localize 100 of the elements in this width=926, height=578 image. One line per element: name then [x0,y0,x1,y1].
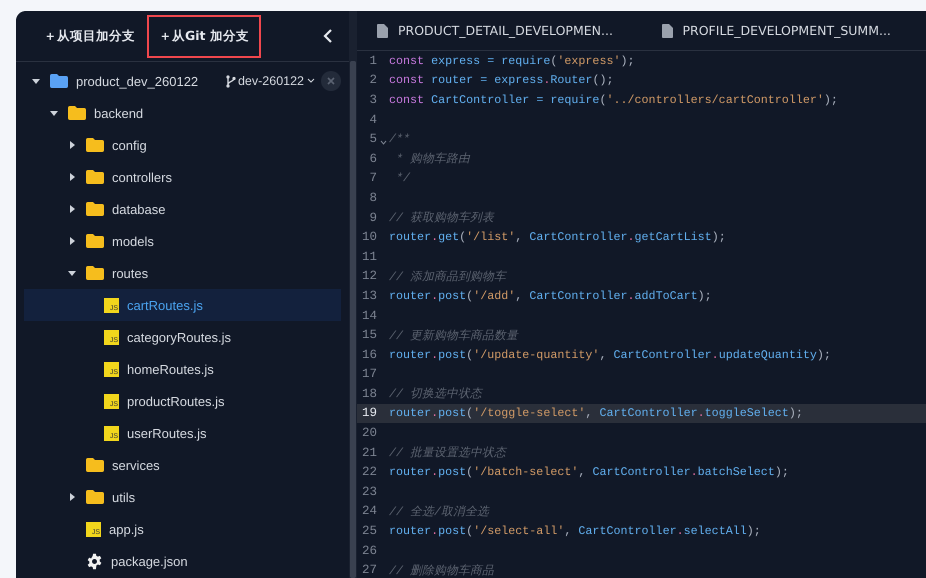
line-number: 15 [360,328,377,342]
tree-item[interactable]: controllers [24,161,341,193]
folder-icon [68,106,86,120]
fold-icon[interactable] [380,140,386,146]
file-name: app.js [109,522,144,536]
code-line: // 添加商品到购物车 [389,268,506,284]
file-name: homeRoutes.js [127,362,214,376]
caret-icon[interactable] [68,141,76,149]
editor-tab[interactable]: PROFILE_DEVELOPMENT_SUMM... [642,23,926,38]
folder-icon [86,266,104,280]
line-number: 6 [368,152,377,166]
tree-item[interactable]: product_dev_260122 dev-260122 [24,65,341,97]
caret-icon[interactable] [68,205,76,213]
chevron-left-icon[interactable] [321,28,335,44]
code-line: router.get('/list', CartController.getCartList); [389,230,726,244]
code-line: router.post('/update-quantity', CartController.updateQuantity); [389,348,831,362]
editor-tab[interactable]: PRODUCT_DETAIL_DEVELOPMEN... [357,23,642,38]
file-name: database [112,202,166,216]
close-icon[interactable] [321,71,341,91]
tree-item[interactable]: package.json [24,545,341,577]
line-number: 12 [360,269,377,284]
folder-icon [86,490,104,504]
branch-name: dev-260122 [238,74,304,88]
code-line: // 删除购物车商品 [389,562,494,578]
code-line: // 切换选中状态 [389,386,482,402]
code-line: router.post('/batch-select', CartController.batchSelect); [389,465,789,480]
code-line: */ [395,171,410,186]
file-name: models [112,234,154,248]
code-line: router.post('/select-all', CartController.selectAll); [389,524,761,538]
line-number: 16 [360,348,377,362]
line-number: 23 [360,484,377,499]
caret-icon[interactable] [68,173,76,181]
caret-icon[interactable] [68,493,76,501]
gear-icon [86,552,103,570]
line-number: 17 [360,367,377,382]
line-number: 27 [360,563,377,578]
file-icon [662,24,672,38]
file-name: productRoutes.js [127,394,225,408]
file-name: categoryRoutes.js [127,330,232,344]
file-name: config [112,138,147,152]
file-name: product_dev_260122 [76,74,198,88]
line-number: 7 [368,171,377,186]
tree-item[interactable]: services [24,449,341,481]
tree-item[interactable]: config [24,129,341,161]
line-number: 4 [368,112,377,127]
code-line: // 获取购物车列表 [389,210,494,226]
file-icon [377,24,388,38]
line-number: 14 [360,308,377,323]
tree-item[interactable]: routes [24,257,341,289]
chevron-down-icon[interactable] [307,78,315,84]
code-line: // 全选/取消全选 [389,504,490,519]
line-number: 25 [360,524,377,538]
code-line: // 更新购物车商品数量 [389,328,518,343]
line-number: 9 [368,210,377,225]
caret-icon[interactable] [68,237,76,245]
code-line: /** [389,132,410,146]
line-number: 8 [368,190,377,205]
file-name: routes [112,266,148,280]
caret-icon[interactable] [50,109,58,117]
line-number: 5 [368,132,377,146]
folder-icon [50,74,68,88]
folder-icon [86,458,104,472]
folder-icon [86,202,104,216]
tree-item[interactable]: backend [24,97,341,129]
line-number: 13 [360,288,377,303]
file-name: controllers [112,170,172,184]
tree-item[interactable]: utils [24,481,341,513]
line-number: 26 [360,544,377,558]
line-number: 10 [360,230,377,244]
line-number: 20 [360,426,377,440]
code-line: // 批量设置选中状态 [389,445,506,460]
code-line: const CartController = require('../controllers/cartController'); [389,92,838,107]
line-number: 2 [368,73,377,88]
folder-icon [86,138,104,152]
code-line: const router = express.Router(); [389,73,614,88]
line-number: 24 [360,504,377,518]
file-name: userRoutes.js [127,426,206,440]
code-line: router.post('/add', CartController.addToCart); [389,288,712,303]
folder-icon [86,170,104,184]
file-name: utils [112,490,136,504]
code-line: * 购物车路由 [395,151,470,166]
add-branch-button[interactable]: ＋从Git 加分支 [147,14,261,58]
line-number: 11 [360,250,377,264]
tree-item[interactable]: models [24,225,341,257]
add-branch-button[interactable]: ＋从项目加分支 [34,14,145,58]
code-line: const express = require('express'); [389,54,635,68]
line-number: 18 [360,386,377,401]
file-name: services [112,458,160,472]
scrollbar[interactable] [350,61,356,578]
line-number: 19 [360,406,377,420]
tree-item[interactable]: database [24,193,341,225]
line-number: 21 [360,446,377,460]
caret-icon[interactable] [32,77,40,85]
folder-icon [86,234,104,248]
caret-icon[interactable] [68,269,76,277]
line-number: 1 [368,54,377,68]
line-number: 22 [360,465,377,480]
file-name: cartRoutes.js [127,298,203,312]
line-number: 3 [368,92,377,107]
file-name: backend [94,106,144,120]
